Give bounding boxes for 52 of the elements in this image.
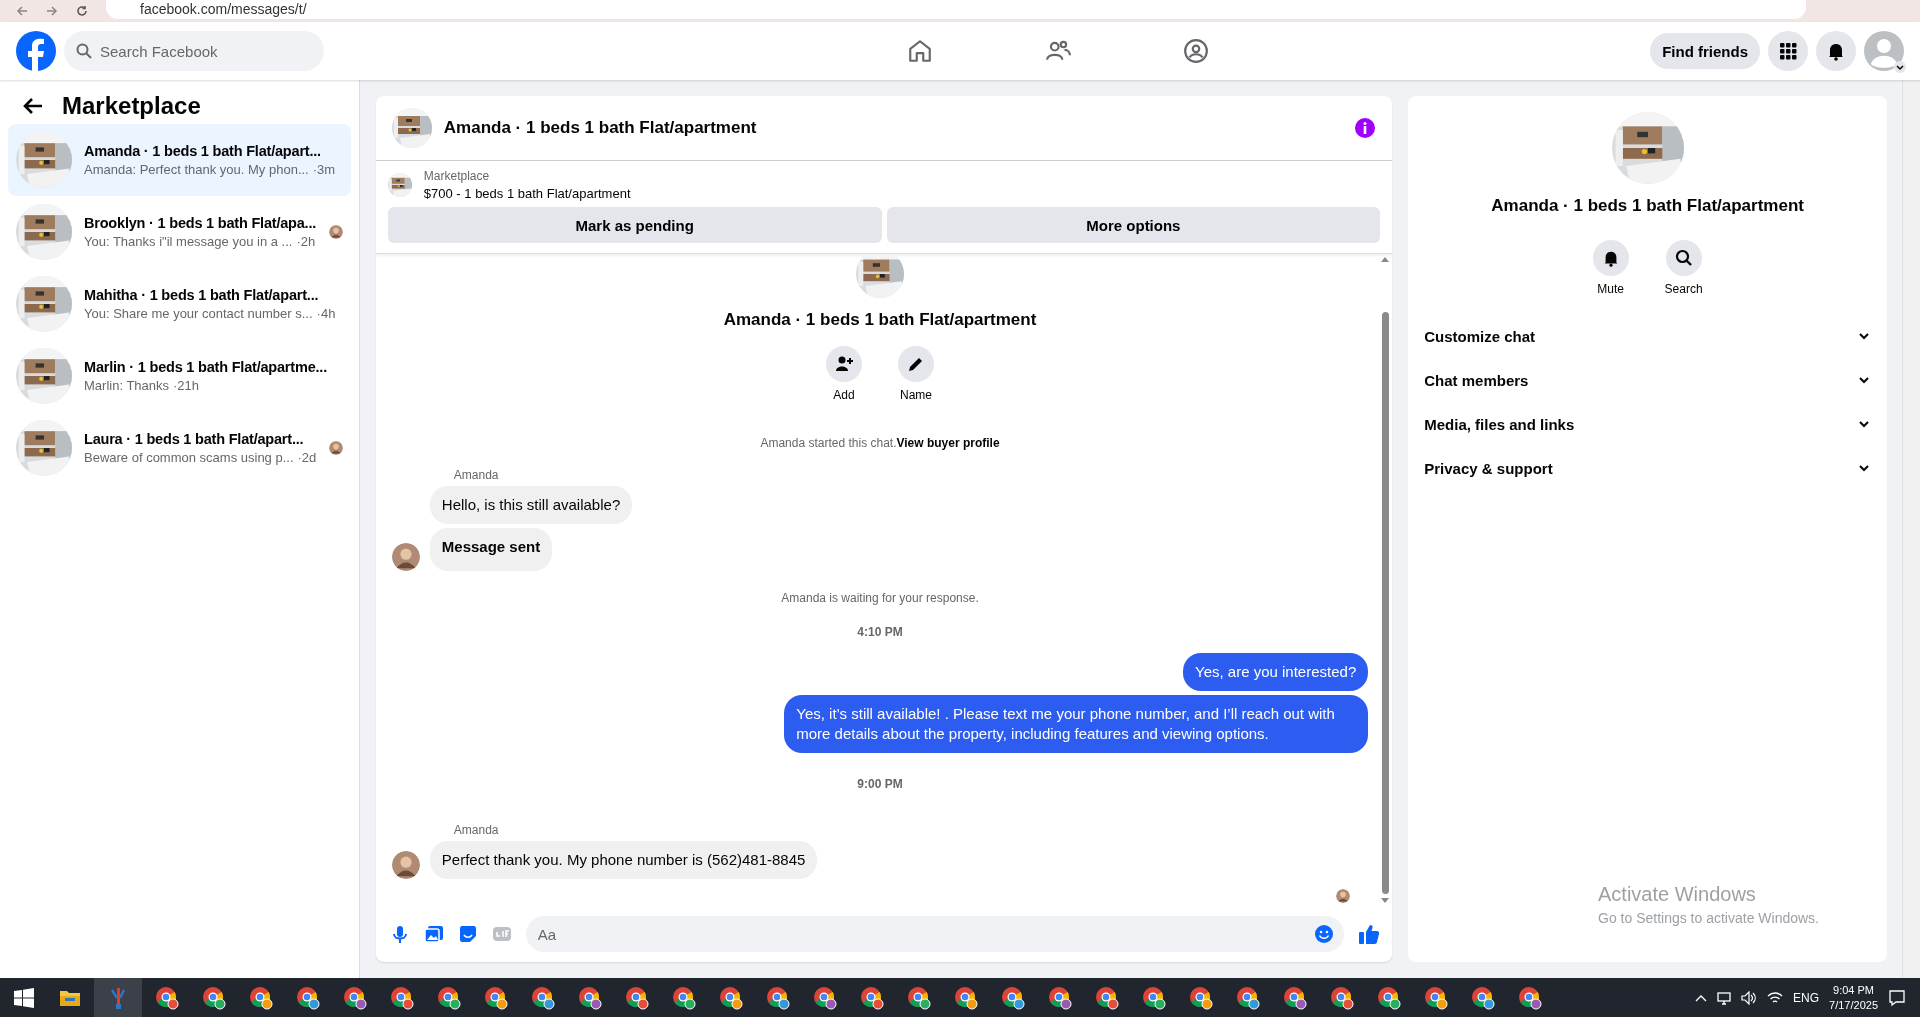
message-bubble: Message sent: [429, 528, 553, 571]
message-preview: Beware of common scams using p...: [84, 450, 294, 465]
system-message: Amanda is waiting for your response.: [780, 591, 980, 605]
conversation-item[interactable]: Brooklyn · 1 beds 1 bath Flat/apa... You: Thanks i"il message you in a ... ·2h: [8, 196, 351, 268]
section-header[interactable]: Chat members: [1424, 358, 1871, 402]
conversation-title: Brooklyn · 1 beds 1 bath Flat/apa...: [84, 215, 317, 231]
conversation-title: Mahitha · 1 beds 1 bath Flat/apart...: [84, 287, 320, 303]
activation-message: Go to Settings to activate Windows.: [1598, 910, 1819, 926]
address-bar[interactable]: facebook.com/messages/t/: [106, 0, 1806, 19]
message-bubble: Yes, are you interested?: [1183, 653, 1369, 691]
conversation-title: Amanda · 1 beds 1 bath Flat/apart...: [84, 143, 322, 159]
conversation-item[interactable]: Mahitha · 1 beds 1 bath Flat/apart... You: Share me your contact number s... ·4h: [8, 268, 351, 340]
message-bubble: Hello, is this still available?: [429, 486, 633, 524]
conversation-title: Laura · 1 beds 1 bath Flat/apart...: [84, 431, 305, 447]
timestamp: ·2d: [297, 450, 317, 465]
sender-name: Amanda: [453, 823, 500, 837]
conversation-item[interactable]: Marlin · 1 beds 1 bath Flat/apartme... Marlin: Thanks ·21h: [8, 340, 351, 412]
sender-name: Amanda: [453, 468, 500, 482]
system-message: Amanda started this chat.View buyer profile: [759, 436, 1001, 450]
action-button[interactable]: Mark as pending: [387, 207, 882, 243]
chat-title: Amanda · 1 beds 1 bath Flat/apartment: [443, 118, 758, 138]
section-header[interactable]: Customize chat: [1424, 314, 1871, 358]
message-bubble: Perfect thank you. My phone number is (562)481-8845: [429, 841, 818, 879]
activation-title: Activate Windows: [1598, 883, 1757, 906]
message-preview: You: Thanks i"il message you in a ...: [84, 234, 293, 249]
time-divider: 9:00 PM: [856, 777, 904, 791]
conversation-title: Marlin · 1 beds 1 bath Flat/apartme...: [84, 359, 328, 375]
action-button[interactable]: More options: [886, 207, 1381, 243]
search-field[interactable]: Search Facebook: [64, 31, 324, 71]
language-indicator[interactable]: ENG: [1793, 990, 1820, 1005]
conversation-item[interactable]: Amanda · 1 beds 1 bath Flat/apart... Amanda: Perfect thank you. My phon... ·3m: [8, 124, 351, 196]
buyer-profile-link[interactable]: View buyer profile: [896, 436, 1000, 450]
listing-label: Marketplace: [423, 169, 491, 183]
conversation-name: Amanda · 1 beds 1 bath Flat/apartment: [1490, 196, 1805, 216]
sidebar-title: Marketplace: [62, 92, 201, 120]
time-divider: 4:10 PM: [856, 625, 904, 639]
section-header[interactable]: Privacy & support: [1424, 446, 1871, 490]
clock[interactable]: 9:04 PM 7/17/2025: [1829, 982, 1878, 1013]
find-friends-button[interactable]: Find friends: [1650, 33, 1760, 69]
message-preview: Marlin: Thanks: [84, 378, 169, 393]
timestamp: ·21h: [173, 378, 200, 393]
conversation-item[interactable]: Laura · 1 beds 1 bath Flat/apart... Beware of common scams using p... ·2d: [8, 412, 351, 484]
timestamp: ·4h: [316, 306, 336, 321]
timestamp: ·3m: [312, 162, 336, 177]
message-preview: Amanda: Perfect thank you. My phon...: [84, 162, 309, 177]
timestamp: ·2h: [296, 234, 316, 249]
listing-description: $700 - 1 beds 1 bath Flat/apartment: [423, 186, 631, 201]
section-header[interactable]: Media, files and links: [1424, 402, 1871, 446]
conversation-name: Amanda · 1 beds 1 bath Flat/apartment: [723, 310, 1037, 330]
message-bubble: Yes, it’s still available! . Please text me your phone number, and I’ll reach out with more details about the property, including features and viewing options.: [784, 695, 1369, 753]
message-preview: You: Share me your contact number s...: [84, 306, 313, 321]
search-input[interactable]: Search Facebook: [100, 31, 312, 71]
